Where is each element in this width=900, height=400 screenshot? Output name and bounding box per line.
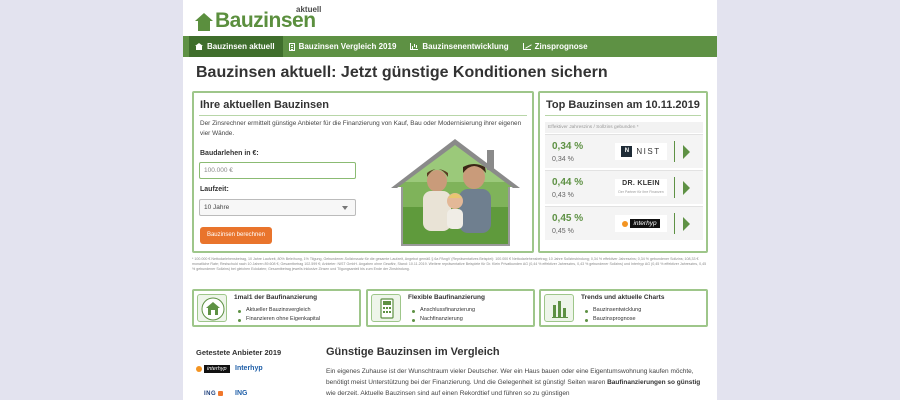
bullet-icon — [585, 319, 588, 322]
bar-chart-icon — [410, 43, 419, 50]
lion-icon — [218, 391, 224, 396]
nav-item-bauzinsenentwicklung[interactable]: Bauzinsenentwicklung — [404, 36, 516, 57]
bullet-icon — [412, 319, 415, 322]
bar-chart-icon — [544, 294, 574, 322]
feature-link[interactable]: Nachfinanzierung — [420, 316, 463, 322]
top-rates-panel: Top Bauzinsen am 10.11.2019 Effektiver J… — [538, 91, 708, 253]
logo-text: Bauzinsen — [215, 9, 316, 32]
separator — [674, 177, 675, 198]
interhyp-dot-icon — [622, 220, 629, 227]
page-title: Bauzinsen aktuell: Jetzt günstige Kondit… — [196, 64, 608, 81]
nist-mark: N — [621, 146, 633, 157]
feature-trends-charts[interactable]: Trends und aktuelle Charts Bauzinsentwic… — [539, 289, 708, 327]
nist-wordmark: NIST — [636, 147, 661, 156]
calculator-intro: Der Zinsrechner ermittelt günstige Anbie… — [200, 120, 522, 137]
house-icon — [195, 13, 213, 31]
divider — [545, 115, 701, 116]
term-label: Laufzeit: — [200, 186, 229, 193]
dr-klein-tagline: Der Partner für ihre Finanzen — [618, 189, 664, 194]
rate-calculator: Ihre aktuellen Bauzinsen Der Zinsrechner… — [192, 91, 534, 253]
page: Bauzinsen aktuell Bauzinsen aktuell Bauz… — [183, 0, 717, 400]
separator — [674, 141, 675, 162]
loan-label: Baudarlehen in €: — [200, 150, 259, 157]
section-text-part: wie derzeit. Aktuelle Bauzinsen sind auf… — [326, 390, 570, 397]
dr-klein-logo: DR. KLEIN Der Partner für ihre Finanzen — [615, 179, 667, 196]
nav-item-zinsprognose[interactable]: Zinsprognose — [517, 36, 596, 57]
nav-item-label: Bauzinsen aktuell — [207, 42, 275, 51]
nav-item-bauzinsen-aktuell[interactable]: Bauzinsen aktuell — [189, 36, 283, 57]
ing-wordmark: ING — [204, 390, 217, 397]
effective-rate: 0,34 % — [552, 141, 584, 152]
arrow-right-icon[interactable] — [683, 145, 690, 159]
section-text: Ein eigenes Zuhause ist der Wunschtraum … — [326, 366, 708, 399]
bullet-icon — [412, 310, 415, 313]
effective-rate: 0,45 % — [552, 213, 584, 224]
feature-link[interactable]: Anschlussfinanzierung — [420, 307, 475, 313]
interhyp-wordmark: interhyp — [204, 364, 230, 373]
arrow-right-icon[interactable] — [683, 181, 690, 195]
feature-link[interactable]: Finanzieren ohne Eigenkapital — [246, 316, 320, 322]
feature-baufinanzierung-basics[interactable]: 1mal1 der Baufinanzierung Aktueller Bauz… — [192, 289, 361, 327]
feature-link[interactable]: Aktueller Bauzinsvergleich — [246, 307, 311, 313]
provider-name: ING — [235, 390, 248, 397]
interhyp-dot-icon — [196, 365, 202, 372]
section-title: Günstige Bauzinsen im Vergleich — [326, 346, 500, 358]
nav-item-bauzinsen-vergleich[interactable]: Bauzinsen Vergleich 2019 — [283, 36, 405, 57]
feature-link[interactable]: Bauzinsentwicklung — [593, 307, 641, 313]
home-icon — [195, 43, 203, 50]
top-rates-title: Top Bauzinsen am 10.11.2019 — [546, 99, 700, 111]
bullet-icon — [238, 319, 241, 322]
interhyp-logo: interhyp — [615, 215, 667, 232]
provider-name: Interhyp — [235, 365, 263, 372]
rate-row-dr-klein[interactable]: 0,44 % 0,43 % DR. KLEIN Der Partner für … — [545, 170, 703, 204]
interhyp-logo: interhyp — [196, 364, 232, 373]
ing-logo: ING — [196, 389, 232, 398]
rate-row-interhyp[interactable]: 0,45 % 0,45 % interhyp — [545, 206, 703, 240]
calculator-icon — [371, 294, 401, 322]
line-chart-icon — [522, 43, 531, 50]
effective-rate: 0,44 % — [552, 177, 584, 188]
nominal-rate: 0,45 % — [552, 228, 574, 235]
rate-row-nist[interactable]: 0,34 % 0,34 % N NIST — [545, 134, 703, 168]
providers-title: Getestete Anbieter 2019 — [196, 348, 282, 357]
term-select-value: 10 Jahre — [204, 204, 230, 211]
logo-suffix: aktuell — [296, 5, 322, 14]
main-nav: Bauzinsen aktuell Bauzinsen Vergleich 20… — [183, 36, 717, 57]
feature-title: Flexible Baufinanzierung — [408, 294, 485, 301]
loan-amount-input[interactable]: 100.000 € — [199, 162, 356, 179]
nominal-rate: 0,43 % — [552, 192, 574, 199]
calculator-icon — [288, 42, 295, 51]
separator — [674, 213, 675, 234]
term-select[interactable]: 10 Jahre — [199, 199, 356, 216]
calculate-button[interactable]: Bauzinsen berechnen — [200, 227, 272, 244]
bullet-icon — [238, 310, 241, 313]
provider-ing[interactable]: ING ING — [196, 389, 247, 398]
dr-klein-wordmark: DR. KLEIN — [622, 179, 660, 187]
feature-link[interactable]: Bauzinsprognose — [593, 316, 636, 322]
site-logo[interactable]: Bauzinsen aktuell — [195, 5, 321, 32]
section-text-bold: Baufinanzierungen so günstig — [607, 379, 701, 386]
family-house-image — [389, 137, 522, 248]
divider — [199, 115, 527, 116]
nav-item-label: Bauzinsen Vergleich 2019 — [298, 42, 397, 51]
feature-title: Trends und aktuelle Charts — [581, 294, 665, 301]
interhyp-wordmark: interhyp — [630, 219, 660, 228]
bullet-icon — [585, 310, 588, 313]
nav-item-label: Zinsprognose — [534, 42, 588, 51]
provider-interhyp[interactable]: interhyp Interhyp — [196, 364, 263, 373]
footnote: * 100.000 € Nettodarlehensbetrag, 10 Jah… — [192, 257, 707, 271]
feature-flexible-baufinanzierung[interactable]: Flexible Baufinanzierung Anschlussfinanz… — [366, 289, 535, 327]
nist-logo: N NIST — [615, 143, 667, 160]
chevron-down-icon — [342, 206, 348, 210]
feature-title: 1mal1 der Baufinanzierung — [234, 294, 318, 301]
nav-item-label: Bauzinsenentwicklung — [422, 42, 509, 51]
rates-header: Effektiver Jahreszins / Sollzins gebunde… — [545, 122, 703, 133]
house-outline-icon — [197, 294, 227, 322]
arrow-right-icon[interactable] — [683, 217, 690, 231]
nominal-rate: 0,34 % — [552, 156, 574, 163]
calculator-title: Ihre aktuellen Bauzinsen — [200, 99, 329, 111]
